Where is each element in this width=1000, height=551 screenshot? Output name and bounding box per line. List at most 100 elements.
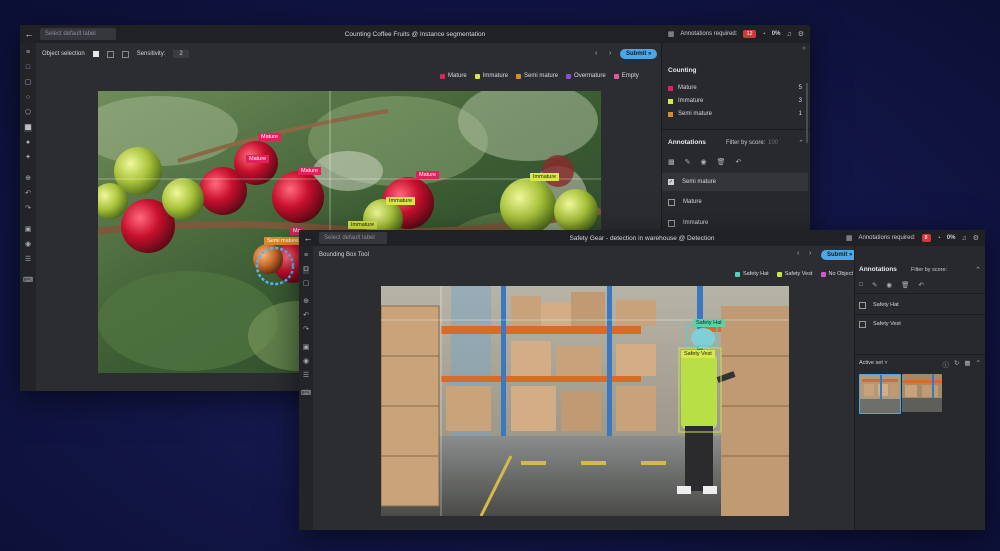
legend-overmature[interactable]: Overmature [566, 73, 606, 79]
gear-icon[interactable]: ⚙ [798, 30, 804, 38]
bell-icon[interactable]: ♫ [961, 235, 966, 242]
legend-immature[interactable]: Immature [474, 73, 508, 79]
eye-icon[interactable]: ◉ [25, 241, 31, 249]
delete-icon[interactable]: 🗑 [901, 281, 909, 289]
count-label: Semi mature [678, 111, 713, 117]
polygon-tool-icon[interactable]: ⬠ [25, 109, 31, 117]
submit-button[interactable]: Submit » [821, 250, 859, 260]
scrollbar[interactable] [806, 83, 808, 143]
eye-icon[interactable]: ◉ [303, 358, 309, 366]
annotation-tag-mature[interactable]: Mature [246, 155, 270, 163]
annotation-tag-immature[interactable]: Immature [386, 197, 416, 205]
legend-safety-hat[interactable]: Safety Hat [735, 271, 769, 277]
box-tool-icon[interactable]: ▢ [25, 79, 32, 87]
chevron-up-icon[interactable]: ⌃ [975, 266, 981, 274]
magic-wand-icon[interactable]: ✦ [25, 154, 31, 162]
collapse-panel-icon[interactable]: » [802, 45, 806, 52]
zoom-icon[interactable]: ⊕ [25, 175, 31, 183]
warehouse-image-canvas[interactable]: Safety Hat Safety Vest [381, 286, 789, 516]
bell-icon[interactable]: ♫ [786, 31, 791, 38]
filter-score-value[interactable]: 100 [768, 140, 778, 146]
refresh-icon[interactable]: ↻ [954, 359, 959, 369]
legend-mature[interactable]: Mature [440, 73, 467, 79]
info-icon[interactable]: ⓘ [942, 359, 949, 369]
undo-icon[interactable]: ↶ [25, 190, 31, 198]
annotation-tag-immature[interactable]: Immature [530, 173, 560, 181]
annotation-tag-safety-vest[interactable]: Safety Vest [681, 350, 715, 358]
prev-image-icon[interactable]: ‹ [595, 50, 597, 57]
fit-screen-icon[interactable]: ▣ [25, 226, 32, 234]
filter-by-score-label: Filter by score: [911, 267, 948, 273]
legend-no-object[interactable]: No Object [820, 271, 853, 277]
checkbox-checked-icon[interactable]: ✓ [668, 179, 674, 185]
chevron-up-icon[interactable]: ⌃ [798, 139, 804, 147]
annotation-tag-mature[interactable]: Mature [258, 133, 282, 141]
zoom-icon[interactable]: ⊕ [303, 298, 309, 306]
sidebar-toggle-icon[interactable]: ≡ [26, 49, 30, 57]
select-all-icon[interactable]: □ [859, 281, 863, 289]
redo-icon[interactable]: ↷ [25, 205, 31, 213]
prev-image-icon[interactable]: ‹ [797, 250, 799, 257]
list-icon[interactable]: ☰ [303, 372, 309, 380]
layers-icon[interactable]: ▦ [846, 234, 853, 242]
annotation-item-safety-hat[interactable]: Safety Hat [859, 298, 981, 312]
keyboard-icon[interactable]: ⌨ [301, 390, 311, 398]
redo-icon[interactable]: ↷ [303, 326, 309, 334]
visibility-icon[interactable]: ◉ [701, 158, 707, 166]
thumbnail-selected[interactable] [859, 374, 901, 414]
select-tool-icon[interactable]: ▢ [303, 280, 310, 288]
mode-add-icon[interactable] [92, 51, 99, 57]
annotation-tag-semi-mature[interactable]: Semi mature [264, 237, 302, 245]
bounding-box-tool-icon[interactable]: □ [302, 266, 310, 274]
chevron-up-icon[interactable]: ⌃ [976, 359, 981, 369]
edit-icon[interactable]: ✎ [685, 158, 691, 166]
grid-view-icon[interactable]: ▦ [964, 359, 970, 369]
list-icon[interactable]: ☰ [25, 256, 31, 264]
select-all-icon[interactable]: ▩ [668, 158, 675, 166]
back-arrow-icon[interactable]: ← [20, 29, 38, 39]
checkbox-icon[interactable] [668, 219, 675, 227]
legend-empty[interactable]: Empty [613, 73, 639, 79]
annotation-item-semi-mature[interactable]: ✓ Semi mature [662, 173, 808, 191]
annotation-tag-safety-hat[interactable]: Safety Hat [693, 319, 725, 327]
sensitivity-select[interactable]: 2 [173, 50, 189, 58]
layers-icon[interactable]: ▦ [668, 30, 675, 38]
annotation-item-mature[interactable]: Mature [662, 193, 808, 211]
default-label-select[interactable]: Select default label [40, 28, 116, 40]
edit-icon[interactable]: ✎ [872, 281, 877, 289]
annotation-item-safety-vest[interactable]: Safety Vest [859, 317, 981, 331]
annotation-tag-mature[interactable]: Mature [416, 171, 440, 179]
submit-button[interactable]: Submit » [620, 49, 658, 59]
checkbox-icon[interactable] [668, 198, 675, 206]
thumbnail[interactable] [902, 374, 942, 412]
legend-safety-vest[interactable]: Safety Vest [776, 271, 813, 277]
title-bar: ← Select default label Safety Gear - det… [299, 230, 985, 246]
visibility-icon[interactable]: ◉ [886, 281, 892, 289]
mode-subtract-icon[interactable] [106, 50, 114, 58]
next-image-icon[interactable]: › [609, 50, 611, 57]
annotation-tag-mature[interactable]: Mature [298, 167, 322, 175]
sidebar-toggle-icon[interactable]: ≡ [304, 252, 308, 260]
back-arrow-icon[interactable]: ← [299, 233, 317, 243]
brush-tool-icon[interactable]: ● [26, 139, 30, 147]
annotation-tag-immature[interactable]: Immature [348, 221, 378, 229]
unlink-icon[interactable]: ↶ [918, 281, 923, 289]
select-tool-icon[interactable]: □ [26, 64, 30, 72]
fit-screen-icon[interactable]: ▣ [303, 344, 310, 352]
keyboard-icon[interactable]: ⌨ [23, 277, 33, 285]
gear-icon[interactable]: ⚙ [973, 234, 979, 242]
undo-icon[interactable]: ↶ [303, 312, 309, 320]
circle-tool-icon[interactable]: ○ [26, 94, 30, 102]
active-set-dropdown[interactable]: Active set ˅ [859, 360, 888, 366]
default-label-select[interactable]: Select default label [319, 232, 387, 244]
unlink-icon[interactable]: ↶ [736, 158, 742, 166]
mode-cut-icon[interactable] [121, 50, 129, 58]
checkbox-icon[interactable] [859, 320, 866, 328]
checkbox-icon[interactable] [859, 301, 866, 309]
legend-semi-mature[interactable]: Semi mature [516, 73, 558, 79]
object-selection-tool-icon[interactable]: ▩ [23, 124, 33, 132]
legend-label: Empty [621, 73, 639, 79]
delete-icon[interactable]: 🗑 [717, 158, 726, 166]
next-image-icon[interactable]: › [809, 250, 811, 257]
legend-swatch [820, 271, 826, 277]
